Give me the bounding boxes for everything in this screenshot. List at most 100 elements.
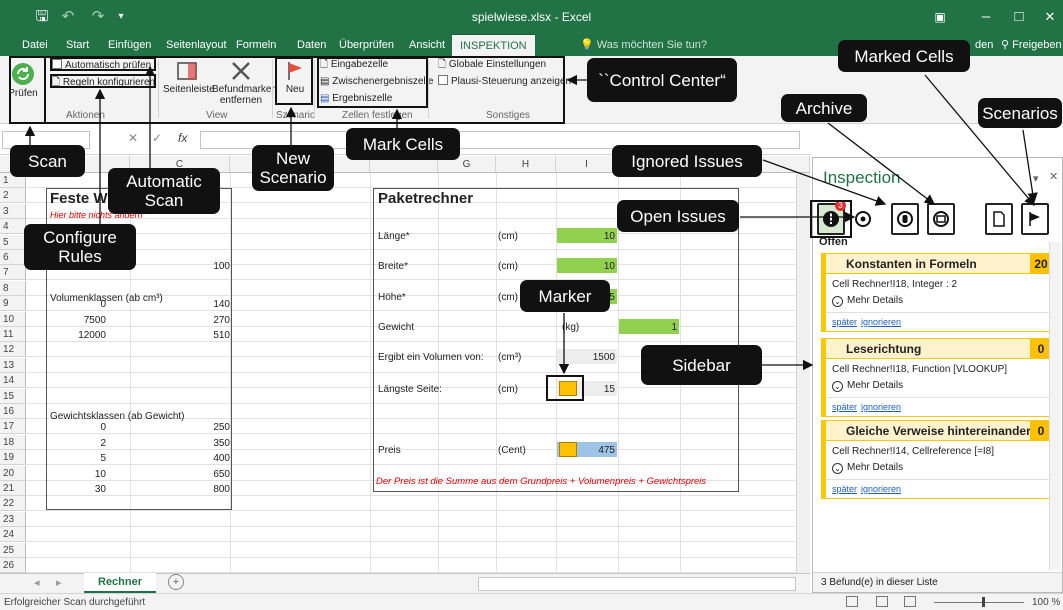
tab-start[interactable]: Start xyxy=(66,34,89,56)
row-header[interactable]: 17 xyxy=(0,419,26,434)
row-header[interactable]: 16 xyxy=(0,404,26,419)
row-header[interactable]: 15 xyxy=(0,389,26,404)
enter-icon[interactable]: ✓ xyxy=(152,131,162,145)
tab-inspektion[interactable]: INSPEKTION xyxy=(452,34,535,56)
issue-header[interactable]: Konstanten in Formeln 20 xyxy=(826,254,1052,274)
zoom-level[interactable]: 100 % xyxy=(1032,597,1060,608)
normal-view-icon[interactable] xyxy=(846,596,858,607)
sidebar-title: Inspection xyxy=(823,168,901,187)
row-header[interactable]: 20 xyxy=(0,466,26,481)
row-header[interactable]: 18 xyxy=(0,435,26,450)
user-name[interactable]: den xyxy=(975,34,993,56)
flag-icon xyxy=(1029,212,1040,226)
page-layout-view-icon[interactable] xyxy=(876,596,888,607)
row-header[interactable]: 2 xyxy=(0,188,26,203)
tab-ueberpruefen[interactable]: Überprüfen xyxy=(339,34,394,56)
zoom-slider[interactable] xyxy=(934,602,1024,603)
column-header[interactable]: H xyxy=(496,156,556,173)
ignored-issues-button[interactable] xyxy=(891,203,919,235)
feste-werte-title: Feste W xyxy=(50,190,108,207)
marked-cells-button[interactable] xyxy=(985,203,1013,235)
ribbon-display-options-icon[interactable]: ▣ xyxy=(930,0,950,34)
row-header[interactable]: 8 xyxy=(0,281,26,296)
row-header[interactable]: 23 xyxy=(0,512,26,527)
row-header[interactable]: 5 xyxy=(0,235,26,250)
tab-seitenlayout[interactable]: Seitenlayout xyxy=(166,34,227,56)
callout-open-issues: Open Issues xyxy=(617,200,739,232)
tab-datei[interactable]: Datei xyxy=(22,34,48,56)
row-header[interactable]: 3 xyxy=(0,204,26,219)
callout-scenarios: Scenarios xyxy=(978,98,1062,128)
row-header[interactable]: 26 xyxy=(0,558,26,573)
zoom-slider-thumb[interactable] xyxy=(982,597,985,607)
issue-card[interactable]: Leserichtung 0 Cell Rechner!I18, Function … xyxy=(821,338,1053,417)
row-header[interactable]: 22 xyxy=(0,496,26,511)
later-link[interactable]: später xyxy=(832,317,857,327)
issue-header[interactable]: Leserichtung 0 xyxy=(826,339,1052,359)
row-header[interactable]: 21 xyxy=(0,481,26,496)
row-header[interactable]: 13 xyxy=(0,358,26,373)
row-header[interactable]: 14 xyxy=(0,373,26,388)
gewicht-value[interactable]: 1 xyxy=(619,320,677,335)
preis-value[interactable]: 475 xyxy=(557,443,615,458)
preis-label: Preis xyxy=(378,445,401,456)
tab-ansicht[interactable]: Ansicht xyxy=(409,34,445,56)
add-sheet-icon[interactable]: + xyxy=(168,574,184,590)
more-details-toggle[interactable]: ⌄ Mehr Details xyxy=(832,379,1046,393)
sidebar-footer: 3 Befund(e) in dieser Liste xyxy=(813,572,1062,592)
breite-label: Breite* xyxy=(378,261,409,272)
more-details-toggle[interactable]: ⌄ Mehr Details xyxy=(832,461,1046,475)
row-header[interactable]: 10 xyxy=(0,312,26,327)
seite-unit: (cm) xyxy=(498,384,518,395)
ignore-link[interactable]: ignorieren xyxy=(861,317,901,327)
next-sheet-icon[interactable]: ▸ xyxy=(56,576,62,589)
row-header[interactable]: 12 xyxy=(0,342,26,357)
row-header[interactable]: 19 xyxy=(0,450,26,465)
tab-formeln[interactable]: Formeln xyxy=(236,34,276,56)
sheet-tab-rechner[interactable]: Rechner xyxy=(84,573,157,593)
prev-sheet-icon[interactable]: ◂ xyxy=(34,576,40,589)
row-header[interactable]: 9 xyxy=(0,296,26,311)
row-header[interactable]: 7 xyxy=(0,265,26,280)
horizontal-scrollbar[interactable] xyxy=(478,577,796,591)
tab-einfuegen[interactable]: Einfügen xyxy=(108,34,151,56)
scenarios-button[interactable] xyxy=(1021,203,1049,235)
column-header[interactable]: I xyxy=(556,156,618,173)
ignore-link[interactable]: ignorieren xyxy=(861,402,901,412)
close-icon[interactable]: ✕ xyxy=(1040,0,1060,34)
sidebar-menu-icon[interactable]: ▾ xyxy=(1033,172,1039,185)
preis-note: Der Preis ist die Summe aus dem Grundpre… xyxy=(376,476,707,487)
ignore-link[interactable]: ignorieren xyxy=(861,484,901,494)
issue-header[interactable]: Gleiche Verweise hintereinander 0 xyxy=(826,421,1052,441)
vertical-scrollbar[interactable] xyxy=(796,173,810,573)
sidebar-close-icon[interactable]: ✕ xyxy=(1049,170,1058,183)
volumen-value[interactable]: 1500 xyxy=(557,350,615,365)
issue-title: Leserichtung xyxy=(846,342,922,356)
share-button[interactable]: ⚲ Freigeben xyxy=(1001,34,1062,56)
later-link[interactable]: später xyxy=(832,402,857,412)
tell-me-search[interactable]: 💡 Was möchten Sie tun? xyxy=(580,34,707,56)
issue-card[interactable]: Gleiche Verweise hintereinander 0 Cell Rec… xyxy=(821,420,1053,499)
maximize-icon[interactable]: □ xyxy=(1009,0,1029,34)
row-header[interactable]: 11 xyxy=(0,327,26,342)
row-header[interactable]: 24 xyxy=(0,527,26,542)
issue-card[interactable]: Konstanten in Formeln 20 Cell Rechner!I18,… xyxy=(821,253,1053,332)
function-icon[interactable]: fx xyxy=(178,131,187,145)
more-details-toggle[interactable]: ⌄ Mehr Details xyxy=(832,294,1046,308)
row-header[interactable]: 25 xyxy=(0,543,26,558)
breite-value[interactable]: 10 xyxy=(557,259,615,274)
callout-sidebar: Sidebar xyxy=(641,345,762,385)
sidebar-scrollbar[interactable] xyxy=(1049,242,1061,570)
laenge-value[interactable]: 10 xyxy=(557,229,615,244)
row-header[interactable]: 6 xyxy=(0,250,26,265)
row-header[interactable]: 4 xyxy=(0,219,26,234)
archive-button[interactable] xyxy=(927,203,955,235)
tab-daten[interactable]: Daten xyxy=(297,34,326,56)
minimize-icon[interactable]: – xyxy=(976,0,996,34)
later-link[interactable]: später xyxy=(832,484,857,494)
callout-new-scenario: New Scenario xyxy=(252,145,334,191)
cancel-icon[interactable]: ✕ xyxy=(128,131,138,145)
history-button[interactable] xyxy=(853,209,873,229)
more-details-label: Mehr Details xyxy=(847,380,904,391)
page-break-view-icon[interactable] xyxy=(904,596,916,607)
